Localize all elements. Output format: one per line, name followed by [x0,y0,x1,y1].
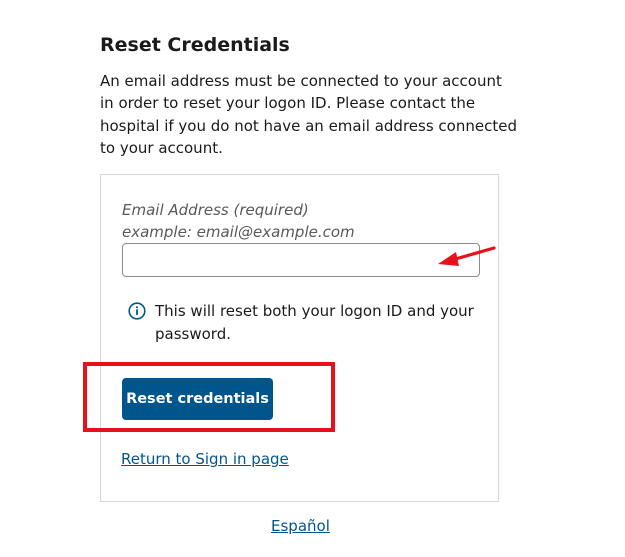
page-title: Reset Credentials [100,34,290,56]
red-arrow-icon [438,246,496,266]
email-label: Email Address (required) [122,201,309,219]
email-hint: example: email@example.com [122,223,355,241]
reset-credentials-page: Reset Credentials An email address must … [0,0,625,557]
return-to-sign-in-link[interactable]: Return to Sign in page [121,448,289,470]
email-input[interactable] [122,243,480,277]
intro-text: An email address must be connected to yo… [100,72,517,157]
info-message: This will reset both your logon ID and y… [155,302,474,343]
annotation-highlight-box [83,362,335,432]
language-link-espanol[interactable]: Español [271,515,330,537]
info-circle-icon [128,302,146,320]
